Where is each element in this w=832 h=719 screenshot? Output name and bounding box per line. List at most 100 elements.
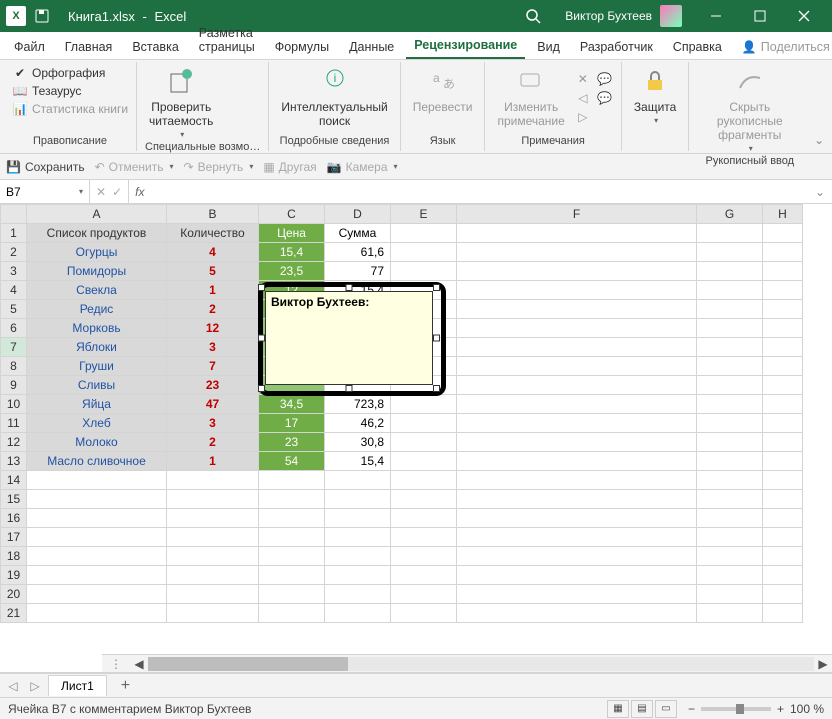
cell[interactable]: 7 [167,357,259,376]
spelling-button[interactable]: ✔Орфография [12,64,128,82]
cell[interactable]: Сумма [325,224,391,243]
sheet-nav-prev[interactable]: ◁ [4,679,22,693]
cell[interactable]: Хлеб [27,414,167,433]
cell[interactable]: Редис [27,300,167,319]
sheet-tab[interactable]: Лист1 [48,675,107,696]
row-header-17[interactable]: 17 [1,528,27,547]
cell[interactable]: 17 [259,414,325,433]
maximize-button[interactable] [738,0,782,32]
cell[interactable]: 15,4 [259,243,325,262]
name-box[interactable]: ▾ [0,180,90,203]
column-header-H[interactable]: H [763,205,803,224]
row-header-11[interactable]: 11 [1,414,27,433]
row-header-13[interactable]: 13 [1,452,27,471]
tab-главная[interactable]: Главная [57,35,121,59]
thesaurus-button[interactable]: 📖Тезаурус [12,82,128,100]
autosave-icon[interactable] [32,6,52,26]
edit-comment-button[interactable]: Изменить примечание [493,64,568,130]
row-header-5[interactable]: 5 [1,300,27,319]
page-break-view-button[interactable]: ▭ [655,700,677,718]
tab-вставка[interactable]: Вставка [124,35,186,59]
cell[interactable]: 47 [167,395,259,414]
column-header-F[interactable]: F [457,205,697,224]
horizontal-scrollbar[interactable]: ⋮◀▶ [102,654,832,672]
share-button[interactable]: 👤Поделиться [734,35,832,59]
comment-popup[interactable]: Виктор Бухтеев: [265,291,433,385]
cell[interactable]: 723,8 [325,395,391,414]
cell[interactable]: 3 [167,414,259,433]
tab-файл[interactable]: Файл [6,35,53,59]
cell[interactable]: Груши [27,357,167,376]
cancel-formula-icon[interactable]: ✕ [96,185,106,199]
delete-comment-button[interactable]: ✕ [575,70,591,88]
add-sheet-button[interactable]: + [111,677,140,695]
cell[interactable]: 3 [167,338,259,357]
row-header-6[interactable]: 6 [1,319,27,338]
row-header-12[interactable]: 12 [1,433,27,452]
cell[interactable]: 77 [325,262,391,281]
zoom-control[interactable]: − + 100 % [688,702,824,716]
check-accessibility-button[interactable]: Проверить читаемость▾ [145,64,217,141]
tab-справка[interactable]: Справка [665,35,730,59]
row-header-20[interactable]: 20 [1,585,27,604]
tab-разработчик[interactable]: Разработчик [572,35,661,59]
smart-lookup-button[interactable]: i Интеллектуальный поиск [277,64,391,130]
close-button[interactable] [782,0,826,32]
row-header-9[interactable]: 9 [1,376,27,395]
expand-formula-bar[interactable]: ⌄ [808,185,832,199]
row-header-14[interactable]: 14 [1,471,27,490]
camera-button[interactable]: 📷Камера▾ [327,160,398,174]
other-button[interactable]: ▦Другая [263,160,316,174]
translate-button[interactable]: aあ Перевести [409,64,477,116]
row-header-10[interactable]: 10 [1,395,27,414]
row-header-16[interactable]: 16 [1,509,27,528]
show-all-comments-button[interactable]: 💬 [597,89,613,107]
cell[interactable]: 23 [167,376,259,395]
row-header-1[interactable]: 1 [1,224,27,243]
cell[interactable]: 1 [167,281,259,300]
cell[interactable]: 2 [167,433,259,452]
cell[interactable]: 23,5 [259,262,325,281]
page-layout-view-button[interactable]: ▤ [631,700,653,718]
row-header-21[interactable]: 21 [1,604,27,623]
row-header-19[interactable]: 19 [1,566,27,585]
protect-button[interactable]: Защита▾ [630,64,681,127]
column-header-A[interactable]: A [27,205,167,224]
row-header-7[interactable]: 7 [1,338,27,357]
cell[interactable]: Сливы [27,376,167,395]
cell[interactable]: 15,4 [325,452,391,471]
column-header-G[interactable]: G [697,205,763,224]
row-header-3[interactable]: 3 [1,262,27,281]
cell[interactable]: Яйца [27,395,167,414]
cell[interactable]: 61,6 [325,243,391,262]
search-icon[interactable] [525,8,545,24]
undo-button[interactable]: ↶Отменить▾ [95,160,174,174]
save-button[interactable]: 💾Сохранить [6,160,85,174]
minimize-button[interactable] [694,0,738,32]
row-header-15[interactable]: 15 [1,490,27,509]
cell[interactable]: Масло сливочное [27,452,167,471]
cell[interactable]: Список продуктов [27,224,167,243]
cell[interactable]: 2 [167,300,259,319]
fx-icon[interactable]: fx [129,185,150,199]
row-header-2[interactable]: 2 [1,243,27,262]
row-header-18[interactable]: 18 [1,547,27,566]
workbook-stats-button[interactable]: 📊Статистика книги [12,100,128,118]
column-header-C[interactable]: C [259,205,325,224]
collapse-ribbon-button[interactable]: ⌄ [810,62,828,151]
sheet-nav-next[interactable]: ▷ [26,679,44,693]
redo-button[interactable]: ↷Вернуть▾ [184,160,254,174]
column-header-E[interactable]: E [391,205,457,224]
column-header-B[interactable]: B [167,205,259,224]
user-account[interactable]: Виктор Бухтеев [565,5,682,27]
worksheet-grid[interactable]: ABCDEFGH1Список продуктовКоличествоЦенаС… [0,204,832,673]
cell[interactable]: 34,5 [259,395,325,414]
cell[interactable]: 4 [167,243,259,262]
tab-разметка страницы[interactable]: Разметка страницы [191,21,263,59]
tab-рецензирование[interactable]: Рецензирование [406,33,525,59]
enter-formula-icon[interactable]: ✓ [112,185,122,199]
cell[interactable]: 12 [167,319,259,338]
cell[interactable]: Количество [167,224,259,243]
tab-вид[interactable]: Вид [529,35,568,59]
hide-ink-button[interactable]: Скрыть рукописные фрагменты▾ [697,64,802,155]
